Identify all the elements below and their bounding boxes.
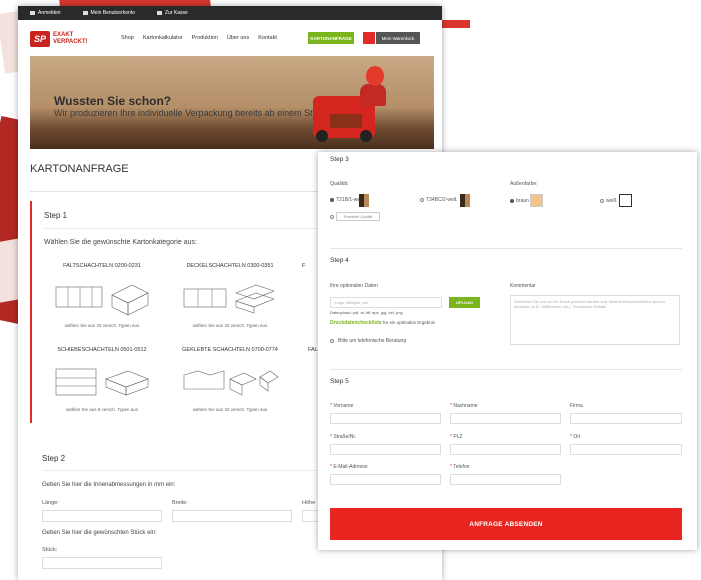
nav-produktion[interactable]: Produktion xyxy=(192,35,218,41)
nav-ueber-uns[interactable]: Über uns xyxy=(227,35,249,41)
step2-instruction-dims: Geben Sie hier die Innenabmessungen in m… xyxy=(42,482,176,488)
hero-banner: Wussten Sie schon? Wir produzieren Ihre … xyxy=(30,56,434,149)
phone-consult-label: Bitte um telefonische Beratung xyxy=(338,338,407,344)
step1-instruction: Wählen Sie die gewünschte Kartonkategori… xyxy=(44,239,197,246)
color-weiss-swatch xyxy=(619,194,632,207)
form-steps-overlay: Step 3 Qualität: T21B/1-welt. T34BC/2-we… xyxy=(318,152,697,550)
category-faltschachteln[interactable]: FALTSCHACHTELN 0200-0231 wählen Sie aus … xyxy=(46,263,158,339)
step5-label: Step 5 xyxy=(330,378,349,385)
nachname-input[interactable] xyxy=(450,413,561,424)
box-diagram-icon xyxy=(55,368,149,396)
quality-1-swatch xyxy=(359,194,369,207)
height-label: Höhe xyxy=(302,500,316,506)
submit-button[interactable]: ANFRAGE ABSENDEN xyxy=(330,508,682,540)
email-input[interactable] xyxy=(330,474,441,485)
color-braun-swatch xyxy=(530,194,543,207)
qty-input[interactable] xyxy=(42,557,162,569)
nav-shop[interactable]: Shop xyxy=(121,35,134,41)
firma-label: Firma xyxy=(570,403,583,409)
account-link[interactable]: Mein Benutzerkonto xyxy=(82,10,135,16)
comment-textarea[interactable]: Schreiben Sie uns wo Ihr Druck platziert… xyxy=(510,295,680,345)
login-link[interactable]: Anmelden xyxy=(30,10,61,16)
length-input[interactable] xyxy=(42,510,162,522)
site-header: SP EXAKT VERPACKT! Shop Kartonkalkulator… xyxy=(18,20,442,58)
logo-line1: EXAKT xyxy=(53,32,74,38)
banner-subtitle: Wir produzieren Ihre individuelle Verpac… xyxy=(54,108,327,118)
logo[interactable]: SP EXAKT VERPACKT! xyxy=(30,31,88,47)
strasse-label: Straße/Nr. xyxy=(333,434,357,440)
nachname-label: Nachname xyxy=(453,403,478,409)
color-label: Außenfarbe: xyxy=(510,181,538,187)
main-nav: Shop Kartonkalkulator Produktion Über un… xyxy=(121,35,277,41)
extended-quality-button[interactable]: Erweiterte Qualität xyxy=(336,212,380,221)
box-diagram-icon xyxy=(183,284,275,314)
plz-label: PLZ xyxy=(453,434,463,440)
category-schiebeschachteln[interactable]: SCHIEBESCHACHTELN 0501-0512 wählen Sie a… xyxy=(46,347,158,423)
color-radio-braun[interactable] xyxy=(510,199,514,203)
login-icon xyxy=(30,11,35,15)
step3-label: Step 3 xyxy=(330,156,349,163)
upload-button[interactable]: UPLOAD xyxy=(449,297,480,308)
checklist-text: für ein optimales Ergebnis xyxy=(382,320,435,325)
category-deckelschachteln[interactable]: DECKELSCHACHTELN 0300-0351 wählen Sie au… xyxy=(174,263,286,339)
strasse-input[interactable] xyxy=(330,444,441,455)
plz-input[interactable] xyxy=(450,444,561,455)
child-helmet-image xyxy=(366,66,384,86)
step2-label: Step 2 xyxy=(42,454,66,463)
logo-mark: SP xyxy=(30,31,50,47)
step2-instruction-qty: Geben Sie hier die gewünschten Stück ein… xyxy=(42,530,157,536)
firma-input[interactable] xyxy=(570,413,682,424)
cart-icon-button[interactable] xyxy=(363,32,375,44)
qty-label: Stück: xyxy=(42,547,58,553)
quality-label: Qualität: xyxy=(330,181,349,187)
ort-input[interactable] xyxy=(570,444,682,455)
nav-kartonkalkulator[interactable]: Kartonkalkulator xyxy=(143,35,183,41)
kartonanfrage-button[interactable]: KARTONANFRAGE xyxy=(308,32,354,44)
email-label: E-Mail-Adresse xyxy=(333,464,368,470)
vorname-input[interactable] xyxy=(330,413,441,424)
comment-label: Kommentar xyxy=(510,283,536,289)
width-label: Breite: xyxy=(172,500,188,506)
quality-radio-more[interactable] xyxy=(330,215,334,219)
step4-label: Step 4 xyxy=(330,257,349,264)
width-input[interactable] xyxy=(172,510,292,522)
checkout-link[interactable]: Zur Kasse xyxy=(157,10,188,16)
box-diagram-icon xyxy=(55,284,149,316)
nav-kontakt[interactable]: Kontakt xyxy=(258,35,277,41)
checklist-link[interactable]: Druckdatencheckliste xyxy=(330,320,382,326)
vorname-label: Vorname xyxy=(333,403,354,409)
phone-consult-checkbox[interactable] xyxy=(330,339,334,343)
page-title: KARTONANFRAGE xyxy=(30,163,129,175)
telefon-label: Telefon xyxy=(453,464,470,470)
quality-radio-1[interactable] xyxy=(330,198,334,202)
quality-2-swatch xyxy=(460,194,470,207)
length-label: Länge: xyxy=(42,500,59,506)
banner-title: Wussten Sie schon? xyxy=(54,94,172,108)
upload-label: Ihre optionalen Daten xyxy=(330,283,378,289)
quality-radio-2[interactable] xyxy=(420,198,424,202)
category-geklebte-schachteln[interactable]: GEKLEBTE SCHACHTELN 0700-0774 wählen Sie… xyxy=(174,347,286,423)
color-radio-weiss[interactable] xyxy=(600,199,604,203)
logo-line2: VERPACKT! xyxy=(53,39,88,45)
top-bar: Anmelden Mein Benutzerkonto Zur Kasse xyxy=(18,6,442,20)
user-icon xyxy=(82,11,88,15)
upload-input[interactable]: Logo, Beispiel, etc. xyxy=(330,297,442,308)
upload-formats: Dateupload: pdf, ai, tiff, eps, jpg, dxf… xyxy=(330,310,403,315)
box-diagram-icon xyxy=(183,370,279,396)
cart-icon xyxy=(157,11,162,15)
telefon-input[interactable] xyxy=(450,474,561,485)
step1-label: Step 1 xyxy=(44,211,68,220)
ort-label: Ort xyxy=(573,434,581,440)
cart-button[interactable]: Mein Warenkorb xyxy=(376,32,420,44)
